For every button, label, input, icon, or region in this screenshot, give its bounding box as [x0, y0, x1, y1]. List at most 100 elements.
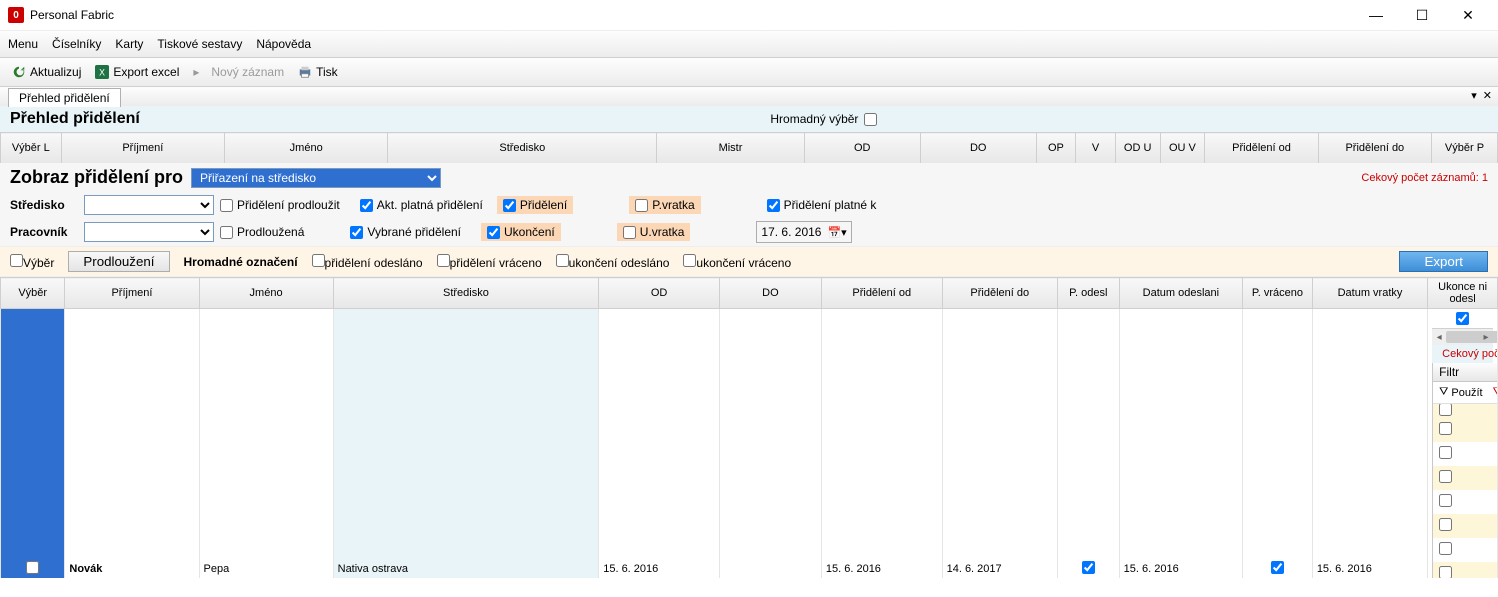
chk-platnek[interactable]	[767, 199, 780, 212]
stredisko-combo[interactable]	[84, 195, 214, 215]
tab-dropdown-icon[interactable]: ▾	[1471, 89, 1477, 102]
col-header[interactable]: OP	[1036, 133, 1076, 164]
app-icon: 0	[8, 7, 24, 23]
chk-prideleni[interactable]	[503, 199, 516, 212]
col-header[interactable]: Výběr L	[1, 133, 62, 164]
export-excel-button[interactable]: X Export excel	[91, 63, 183, 81]
filter-row: Středisko--(none)	[1433, 562, 1497, 578]
menu-item[interactable]: Tiskové sestavy	[157, 37, 242, 51]
filter-row: Mistr(none)	[1433, 442, 1497, 466]
filter-row-label: Mistr	[1457, 448, 1497, 460]
col-header[interactable]: Příjmení	[61, 133, 224, 164]
section-2-header: Zobraz přidělení pro Přiřazení na středi…	[0, 163, 1498, 192]
col-header[interactable]: Datum odeslani	[1119, 278, 1242, 309]
bulk-select-label: Hromadný výběr	[770, 112, 858, 126]
chk-ukon-vrac[interactable]	[683, 254, 696, 267]
chk-prodlouzit[interactable]	[220, 199, 233, 212]
menu-item[interactable]: Nápověda	[256, 37, 311, 51]
minimize-button[interactable]: —	[1354, 1, 1398, 29]
col-header[interactable]: OD	[804, 133, 920, 164]
scroll-left-icon[interactable]: ◂	[1432, 330, 1446, 344]
col-header[interactable]: Jméno	[199, 278, 333, 309]
col-header[interactable]: Výběr P	[1432, 133, 1498, 164]
table-row[interactable]: Novák Pepa Nativa ostrava 15. 6. 2016 15…	[1, 309, 1498, 578]
filter-cancel-button[interactable]: ⛛Zrušit	[1493, 386, 1498, 399]
label-stredisko: Středisko	[10, 198, 78, 212]
menu-item[interactable]: Menu	[8, 37, 38, 51]
funnel-x-icon: ⛛	[1493, 386, 1498, 399]
col-header[interactable]: Středisko	[333, 278, 599, 309]
row2-select[interactable]	[26, 561, 39, 574]
menu-item[interactable]: Karty	[115, 37, 143, 51]
filter-panel: Filtr ⫿ ✕ ⛛Použít ⛛Zrušit ⛛Automaticky (…	[1432, 363, 1497, 578]
print-button[interactable]: Tisk	[294, 63, 342, 81]
filter-row-chk[interactable]	[1439, 494, 1452, 507]
chk-uvratka[interactable]	[623, 226, 636, 239]
prodlouzeni-button[interactable]: Prodloužení	[68, 251, 169, 272]
col-header[interactable]: Přidělení do	[942, 278, 1057, 309]
chk-prid-odesl[interactable]	[312, 254, 325, 267]
maximize-button[interactable]: ☐	[1400, 1, 1444, 29]
new-record-button[interactable]: ▸ Nový záznam	[189, 63, 288, 81]
chk-ukon-odesl[interactable]	[556, 254, 569, 267]
col-header[interactable]: Mistr	[657, 133, 805, 164]
chk-prid-vrac[interactable]	[437, 254, 450, 267]
col-header[interactable]: OD U	[1115, 133, 1160, 164]
cell-podesl[interactable]	[1082, 561, 1095, 574]
grid-2-hscroll[interactable]: ◂ ▸	[1432, 328, 1493, 345]
col-header[interactable]: Jméno	[225, 133, 388, 164]
filter-row-chk[interactable]	[1439, 404, 1452, 416]
assign-mode-combo[interactable]: Přiřazení na středisko	[191, 168, 441, 188]
chk-akt-platna[interactable]	[360, 199, 373, 212]
col-header[interactable]: DO	[719, 278, 821, 309]
bulk-select-checkbox[interactable]	[864, 113, 877, 126]
tab-prehled[interactable]: Přehled přidělení	[8, 88, 121, 107]
col-header[interactable]: P. odesl	[1057, 278, 1119, 309]
col-header[interactable]: Datum vratky	[1312, 278, 1427, 309]
chk-vyber[interactable]	[10, 254, 23, 267]
refresh-button[interactable]: Aktualizuj	[8, 63, 85, 81]
col-header[interactable]: Výběr	[1, 278, 65, 309]
record-count-1: Cekový počet záznamů: 1	[1361, 172, 1488, 184]
pracovnik-combo[interactable]	[84, 222, 214, 242]
filter-row-chk[interactable]	[1439, 542, 1452, 555]
col-header[interactable]: Přidělení od	[821, 278, 942, 309]
filter-row-chk[interactable]	[1439, 518, 1452, 531]
col-header[interactable]: Středisko	[388, 133, 657, 164]
col-header[interactable]: DO	[920, 133, 1036, 164]
cell-uodesl	[1456, 312, 1469, 325]
filter-row-chk[interactable]	[1439, 446, 1452, 459]
calendar-icon[interactable]: 📅▾	[827, 226, 846, 239]
menu-item[interactable]: Číselníky	[52, 37, 101, 51]
cell-pvrac[interactable]	[1271, 561, 1284, 574]
filter-row-label: Firma--	[1457, 424, 1497, 436]
filter-row: Firma--(none)	[1433, 418, 1497, 442]
tab-close-icon[interactable]: ✕	[1483, 89, 1492, 102]
filter-row-chk[interactable]	[1439, 422, 1452, 435]
filter-apply-button[interactable]: ⛛Použít	[1439, 386, 1482, 399]
col-header[interactable]: OD	[599, 278, 720, 309]
export-button[interactable]: Export	[1399, 251, 1488, 272]
chk-prodlouzena[interactable]	[220, 226, 233, 239]
filter-row-label: Obchodník	[1457, 496, 1497, 508]
chk-vybrane[interactable]	[350, 226, 363, 239]
col-header[interactable]: OU V	[1160, 133, 1205, 164]
chk-pvratka[interactable]	[635, 199, 648, 212]
excel-icon: X	[95, 65, 109, 79]
col-header[interactable]: Příjmení	[65, 278, 199, 309]
filter-row-label: Obchodník--	[1457, 520, 1497, 532]
chk-ukonceni[interactable]	[487, 226, 500, 239]
col-header[interactable]: Přidělení od	[1205, 133, 1318, 164]
col-header[interactable]: Ukonce ni odesl	[1428, 278, 1498, 309]
col-header[interactable]: Přidělení do	[1318, 133, 1431, 164]
scroll-right-icon[interactable]: ▸	[1479, 330, 1493, 344]
col-header[interactable]: P. vráceno	[1243, 278, 1313, 309]
print-icon	[298, 65, 312, 79]
date-picker[interactable]: 17. 6. 2016 📅▾	[756, 221, 851, 243]
filter-row-chk[interactable]	[1439, 470, 1452, 483]
grid-1[interactable]: Výběr L Příjmení Jméno Středisko Mistr O…	[0, 132, 1498, 163]
filter-row-chk[interactable]	[1439, 566, 1452, 578]
col-header[interactable]: V	[1076, 133, 1116, 164]
grid-2[interactable]: Výběr Příjmení Jméno Středisko OD DO Při…	[0, 277, 1498, 578]
close-button[interactable]: ✕	[1446, 1, 1490, 29]
